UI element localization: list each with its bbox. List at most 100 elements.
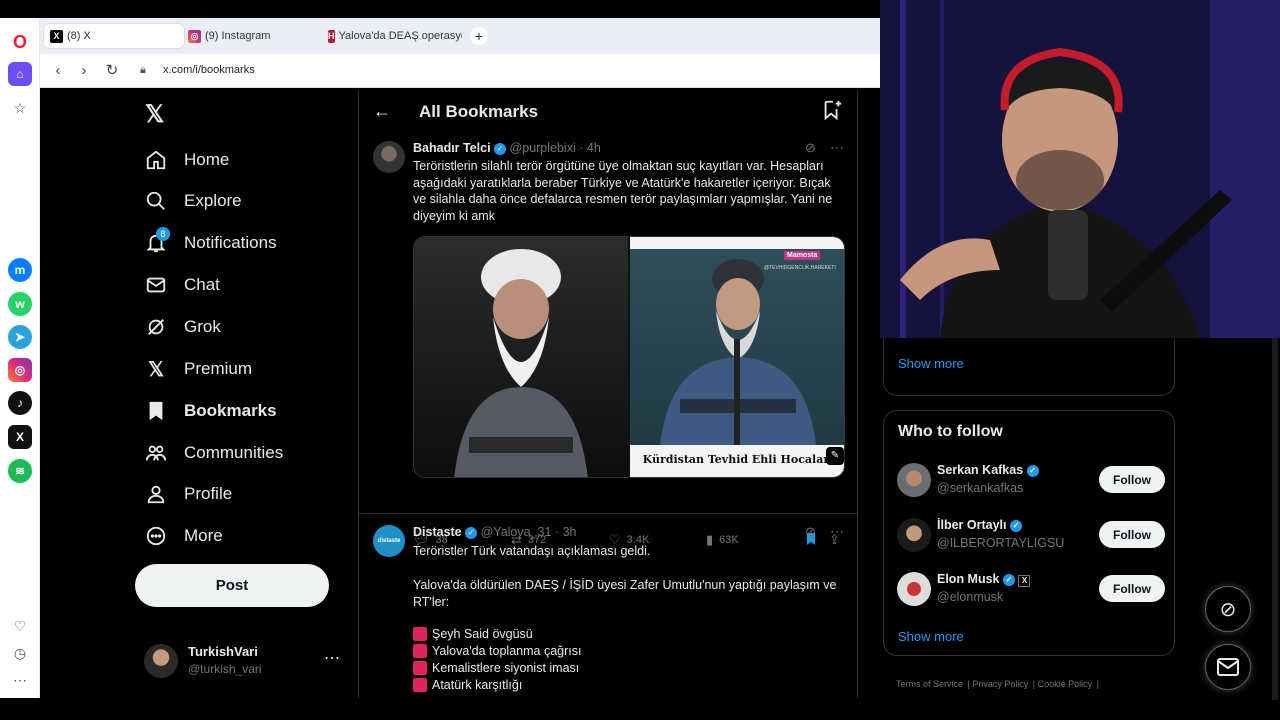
grok-icon[interactable]: ⊘ [805, 524, 816, 540]
more-circle-icon [144, 524, 168, 548]
person-icon [144, 482, 168, 506]
tweet[interactable]: distaste Distaste ✓ @Yalova_31 · 3h ⊘ ⋯ … [359, 516, 857, 698]
tweet-avatar[interactable]: distaste [373, 525, 405, 557]
follow-button[interactable]: Follow [1099, 466, 1165, 493]
messages-float-button[interactable] [1205, 644, 1251, 690]
home-workspace-icon[interactable]: ⌂ [8, 62, 32, 86]
follow-suggestion[interactable]: İlber Ortaylı ✓ @ILBERORTAYLIGSU Follow [884, 512, 1176, 558]
heart-icon[interactable]: ♡ [8, 614, 32, 638]
verified-icon: ✓ [465, 526, 478, 539]
show-more-link[interactable]: Show more [898, 629, 964, 644]
nav-chat[interactable]: Chat [144, 270, 220, 300]
scrollbar[interactable] [1272, 338, 1278, 700]
footer-links: Terms of Service | Privacy Policy | Cook… [896, 679, 1099, 689]
footer-link[interactable]: Privacy Policy [972, 679, 1028, 689]
author-name[interactable]: Bahadır Telci [413, 141, 491, 155]
lock-icon: 🔒︎ [140, 64, 146, 76]
grok-float-button[interactable]: ⊘ [1205, 586, 1251, 632]
red-square-icon [413, 644, 427, 658]
url-field[interactable]: x.com/i/bookmarks [163, 64, 255, 76]
tweet-avatar[interactable] [373, 141, 405, 173]
post-button[interactable]: Post [135, 564, 329, 607]
telegram-icon[interactable]: ➤ [8, 325, 32, 349]
suggestion-handle: @elonmusk [937, 590, 1004, 604]
bullet-item: Şeyh Said övgüsü [413, 626, 533, 643]
grok-icon[interactable]: ⊘ [805, 140, 816, 156]
new-folder-icon[interactable] [821, 99, 843, 126]
tweet-more-icon[interactable]: ⋯ [830, 139, 844, 156]
tweet-media[interactable]: Mamosta @TEVHIDGENCLIK.HAREKETI Kürdista… [413, 236, 845, 478]
nav-explore[interactable]: Explore [144, 186, 242, 216]
author-handle[interactable]: @Yalova_31 [481, 525, 552, 539]
tweet-time[interactable]: 3h [563, 525, 577, 539]
messenger-icon[interactable]: m [8, 258, 32, 282]
suggestion-name: Serkan Kafkas ✓ [937, 463, 1039, 477]
bell-icon: 8 [144, 227, 170, 255]
nav-profile[interactable]: Profile [144, 479, 232, 509]
new-tab-button[interactable]: + [470, 27, 488, 45]
instagram-icon: ◎ [188, 29, 201, 43]
spotify-icon[interactable]: ≋ [8, 459, 32, 483]
tab-instagram[interactable]: ◎ (9) Instagram [182, 24, 322, 48]
trends-card: Show more [883, 328, 1175, 396]
avatar [897, 463, 931, 497]
left-nav: 𝕏 Home Explore 8 Notifications Chat Grok [44, 90, 358, 698]
avatar [144, 644, 178, 678]
reload-icon[interactable]: ↻ [102, 61, 122, 81]
bullet-item: Kemalistlere siyonist iması [413, 660, 579, 677]
tweet-more-icon[interactable]: ⋯ [830, 523, 844, 540]
nav-bookmarks[interactable]: Bookmarks [144, 396, 277, 426]
footer-link[interactable]: Cookie Policy [1038, 679, 1093, 689]
bookmark-icon [144, 399, 168, 423]
tiktok-icon[interactable]: ♪ [8, 391, 32, 415]
author-name[interactable]: Distaste [413, 525, 462, 539]
x-app-icon[interactable]: X [8, 425, 32, 449]
nav-grok[interactable]: Grok [144, 312, 221, 342]
nav-notifications[interactable]: 8 Notifications [144, 227, 277, 258]
tab-x[interactable]: X (8) X [44, 24, 184, 48]
x-affiliate-icon: X [1018, 575, 1031, 587]
history-icon[interactable]: ◷ [8, 641, 32, 665]
avatar [897, 572, 931, 606]
account-switcher[interactable]: TurkishVari @turkish_vari ⋯ [144, 642, 354, 682]
back-icon[interactable]: ‹ [48, 61, 68, 81]
show-more-link[interactable]: Show more [898, 356, 964, 371]
suggestion-name: İlber Ortaylı ✓ [937, 518, 1022, 532]
verified-icon: ✓ [1009, 519, 1022, 532]
footer-link[interactable]: Terms of Service [896, 679, 963, 689]
tweet[interactable]: Bahadır Telci ✓ @purplebixi · 4h ⊘ ⋯ Ter… [359, 134, 857, 547]
who-to-follow-card: Who to follow Serkan Kafkas ✓ @serkankaf… [883, 410, 1175, 656]
tweet-text-line: Teröristler Türk vatandaşı açıklaması ge… [413, 544, 651, 558]
account-more-icon[interactable]: ⋯ [324, 648, 340, 668]
portrait-left-image [414, 237, 628, 477]
image-edit-icon[interactable]: ✎ [826, 447, 844, 465]
nav-communities[interactable]: Communities [144, 438, 283, 468]
suggestion-handle: @serkankafkas [937, 481, 1024, 495]
screen: { "browser": { "tabs": [ {"label": "(8) … [0, 0, 1280, 720]
back-arrow-icon[interactable]: ← [373, 101, 391, 122]
x-icon: X [50, 29, 63, 43]
x-logo-icon[interactable]: 𝕏 [145, 100, 164, 129]
nav-premium[interactable]: 𝕏 Premium [144, 354, 252, 384]
tab-bar: X (8) X ◎ (9) Instagram H Yalova'da DEAŞ… [40, 18, 880, 54]
tab-news[interactable]: H Yalova'da DEAŞ operasyon [322, 24, 462, 48]
follow-suggestion[interactable]: Elon Musk ✓ X @elonmusk Follow [884, 566, 1176, 612]
webcam-overlay [880, 0, 1280, 338]
image-handle: @TEVHIDGENCLIK.HAREKETI [764, 265, 836, 271]
author-handle[interactable]: @purplebixi [510, 141, 576, 155]
haberler-icon: H [328, 29, 335, 43]
nav-more[interactable]: More [144, 521, 223, 551]
follow-button[interactable]: Follow [1099, 521, 1165, 548]
follow-suggestion[interactable]: Serkan Kafkas ✓ @serkankafkas Follow [884, 457, 1176, 503]
opera-logo-icon[interactable]: O [8, 30, 32, 54]
star-icon[interactable]: ☆ [8, 96, 32, 120]
instagram-icon[interactable]: ◎ [8, 358, 32, 382]
grok-icon: ⊘ [1219, 598, 1237, 621]
follow-button[interactable]: Follow [1099, 575, 1165, 602]
address-bar: ‹ › ↻ 🔒︎ x.com/i/bookmarks [40, 54, 880, 88]
nav-home[interactable]: Home [144, 145, 229, 175]
forward-icon[interactable]: › [74, 61, 94, 81]
more-dots-icon[interactable]: ⋯ [8, 668, 32, 692]
whatsapp-icon[interactable]: w [8, 292, 32, 316]
tweet-time[interactable]: 4h [587, 141, 601, 155]
